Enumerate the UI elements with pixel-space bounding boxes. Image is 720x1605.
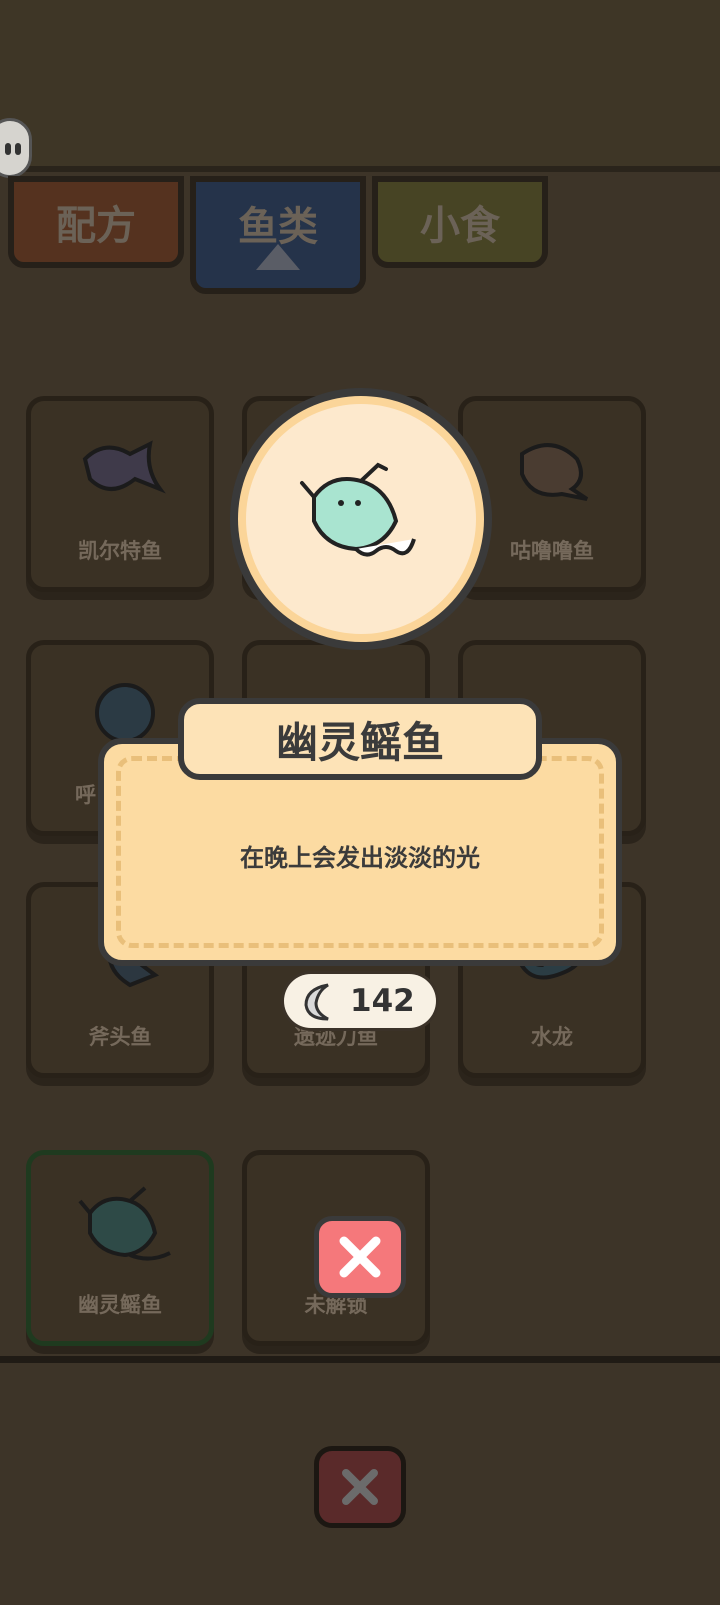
close-icon xyxy=(339,1236,381,1278)
medallion-ring xyxy=(238,396,484,642)
fish-title: 幽灵鳐鱼 xyxy=(275,717,444,767)
fish-collection-screen: 配方 鱼类 小食 凯尔特鱼 咕噜噜鱼 呼 斧头鱼 遗迹刀鱼 水龙 幽灵鳐鱼 未解… xyxy=(0,0,720,1605)
ghost-ray-icon xyxy=(78,1186,171,1261)
tab-recipe-label: 配方 xyxy=(56,203,136,249)
fish-card-name: 凯尔特鱼 xyxy=(78,539,162,563)
celtic-fish-icon xyxy=(82,440,166,494)
tab-active-indicator-icon xyxy=(256,244,300,270)
assistant-eye xyxy=(5,143,11,155)
tab-snack-label: 小食 xyxy=(420,203,500,249)
fish-description: 在晚上会发出淡淡的光 xyxy=(240,844,480,872)
fish-card-name: 斧头鱼 xyxy=(88,1025,152,1049)
tab-snack[interactable]: 小食 xyxy=(372,176,548,268)
close-detail-button[interactable] xyxy=(314,1216,406,1298)
bottom-close-button[interactable] xyxy=(314,1446,406,1528)
price-badge: 142 xyxy=(284,974,436,1028)
fish-portrait-medallion xyxy=(230,388,492,650)
crescent-shell-icon xyxy=(304,983,329,1021)
top-bar xyxy=(0,0,720,172)
fish-card-name: 水龙 xyxy=(531,1025,573,1049)
fish-card-name: 幽灵鳐鱼 xyxy=(78,1293,162,1317)
medallion-inner xyxy=(246,404,476,634)
ghost-ray-large-icon xyxy=(300,462,416,557)
close-icon xyxy=(342,1469,378,1505)
price-value: 142 xyxy=(350,983,415,1019)
tab-recipe[interactable]: 配方 xyxy=(8,176,184,268)
floating-assistant-icon[interactable] xyxy=(0,118,32,178)
fish-card[interactable]: 凯尔特鱼 xyxy=(26,396,214,592)
fish-title-plate: 幽灵鳐鱼 xyxy=(178,698,542,780)
gulu-fish-icon xyxy=(520,443,589,501)
bottom-divider xyxy=(0,1356,720,1363)
fish-card-selected[interactable]: 幽灵鳐鱼 xyxy=(26,1150,214,1346)
tab-fish[interactable]: 鱼类 xyxy=(190,176,366,294)
assistant-eye xyxy=(15,143,21,155)
